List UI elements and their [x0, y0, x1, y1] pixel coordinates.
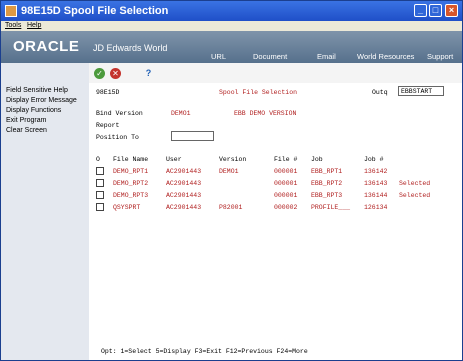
table-cell-user: AC2901443 — [166, 192, 202, 199]
table-cell-user: AC2901443 — [166, 168, 202, 175]
table-cell-user: AC2901443 — [166, 180, 202, 187]
table-cell-file-number: 000001 — [274, 180, 298, 187]
table-cell-status: Selected — [399, 180, 431, 187]
sidebar-item-exit-program[interactable]: Exit Program — [6, 117, 46, 124]
app-icon[interactable] — [5, 5, 17, 17]
table-cell-file: DEMO_RPT2 — [113, 180, 149, 187]
app-window: 98E15D Spool File Selection _ □ × Tools … — [0, 0, 463, 361]
outq-value: EBBSTART — [401, 88, 433, 95]
bind-version-desc: EBB DEMO VERSION — [234, 110, 297, 117]
table-cell-job: EBB_RPT3 — [311, 192, 343, 199]
row-option-checkbox[interactable] — [96, 203, 104, 211]
report-label: Report — [96, 122, 120, 129]
table-cell-job-number: 136144 — [364, 192, 388, 199]
nav-support[interactable]: Support — [427, 52, 453, 61]
table-cell-job: EBB_RPT2 — [311, 180, 343, 187]
table-cell-version: DEMO1 — [219, 168, 239, 175]
col-header-file-number: File # — [274, 156, 298, 163]
title-bar: 98E15D Spool File Selection _ □ × — [1, 1, 462, 21]
row-option-checkbox[interactable] — [96, 167, 104, 175]
col-header-user: User — [166, 156, 182, 163]
sidebar-item-field-sensitive-help[interactable]: Field Sensitive Help — [6, 87, 68, 94]
maximize-button[interactable]: □ — [429, 4, 442, 17]
toolbar: ✓ ✕ ? — [89, 63, 462, 83]
col-header-version: Version — [219, 156, 247, 163]
table-cell-status: Selected — [399, 192, 431, 199]
position-to-input[interactable] — [171, 131, 214, 141]
table-cell-job: PROFILE___ — [311, 204, 351, 211]
table-cell-file: DEMO_RPT1 — [113, 168, 149, 175]
close-button[interactable]: × — [445, 4, 458, 17]
form-area: 98E15D Spool File Selection Outq EBBSTAR… — [89, 83, 462, 360]
menu-bar: Tools Help — [1, 21, 462, 31]
product-name: JD Edwards World — [93, 43, 168, 53]
screen-title: Spool File Selection — [219, 89, 298, 96]
program-id: 98E15D — [96, 89, 120, 96]
table-cell-job-number: 136142 — [364, 168, 388, 175]
row-option-checkbox[interactable] — [96, 179, 104, 187]
table-cell-version: P82001 — [219, 204, 243, 211]
nav-email[interactable]: Email — [317, 52, 336, 61]
col-header-file-name: File Name — [113, 156, 149, 163]
table-cell-file-number: 000001 — [274, 168, 298, 175]
table-cell-job: EBB_RPT1 — [311, 168, 343, 175]
table-cell-user: AC2901443 — [166, 204, 202, 211]
top-nav: URL Document Email World Resources Suppo… — [191, 51, 462, 63]
window-title: 98E15D Spool File Selection — [21, 5, 169, 17]
outq-field[interactable]: EBBSTART — [398, 86, 444, 96]
table-cell-file-number: 000002 — [274, 204, 298, 211]
sidebar-item-display-error-message[interactable]: Display Error Message — [6, 97, 77, 104]
minimize-button[interactable]: _ — [414, 4, 427, 17]
function-key-legend: Opt: 1=Select 5=Display F3=Exit F12=Prev… — [89, 345, 462, 360]
table-cell-file-number: 000001 — [274, 192, 298, 199]
sidebar: Field Sensitive Help Display Error Messa… — [1, 63, 89, 360]
col-header-job-number: Job # — [364, 156, 384, 163]
help-icon[interactable]: ? — [143, 68, 154, 79]
position-to-label: Position To — [96, 134, 139, 141]
cancel-icon[interactable]: ✕ — [110, 68, 121, 79]
bind-version-value: DEMO1 — [171, 110, 191, 117]
table-cell-job-number: 126134 — [364, 204, 388, 211]
menu-help[interactable]: Help — [27, 22, 41, 29]
nav-url[interactable]: URL — [211, 52, 226, 61]
table-cell-file: DEMO_RPT3 — [113, 192, 149, 199]
table-cell-file: QSYSPRT — [113, 204, 141, 211]
bind-version-label: Bind Version — [96, 110, 143, 117]
function-key-text: Opt: 1=Select 5=Display F3=Exit F12=Prev… — [101, 348, 308, 355]
sidebar-item-display-functions[interactable]: Display Functions — [6, 107, 61, 114]
table-cell-job-number: 136143 — [364, 180, 388, 187]
outq-label: Outq — [372, 89, 388, 96]
col-header-option: O — [96, 156, 100, 163]
col-header-job: Job — [311, 156, 323, 163]
sidebar-item-clear-screen[interactable]: Clear Screen — [6, 127, 47, 134]
oracle-logo: ORACLE — [13, 38, 80, 55]
row-option-checkbox[interactable] — [96, 191, 104, 199]
nav-world-resources[interactable]: World Resources — [357, 52, 414, 61]
nav-document[interactable]: Document — [253, 52, 287, 61]
menu-tools[interactable]: Tools — [5, 22, 21, 29]
ok-icon[interactable]: ✓ — [94, 68, 105, 79]
